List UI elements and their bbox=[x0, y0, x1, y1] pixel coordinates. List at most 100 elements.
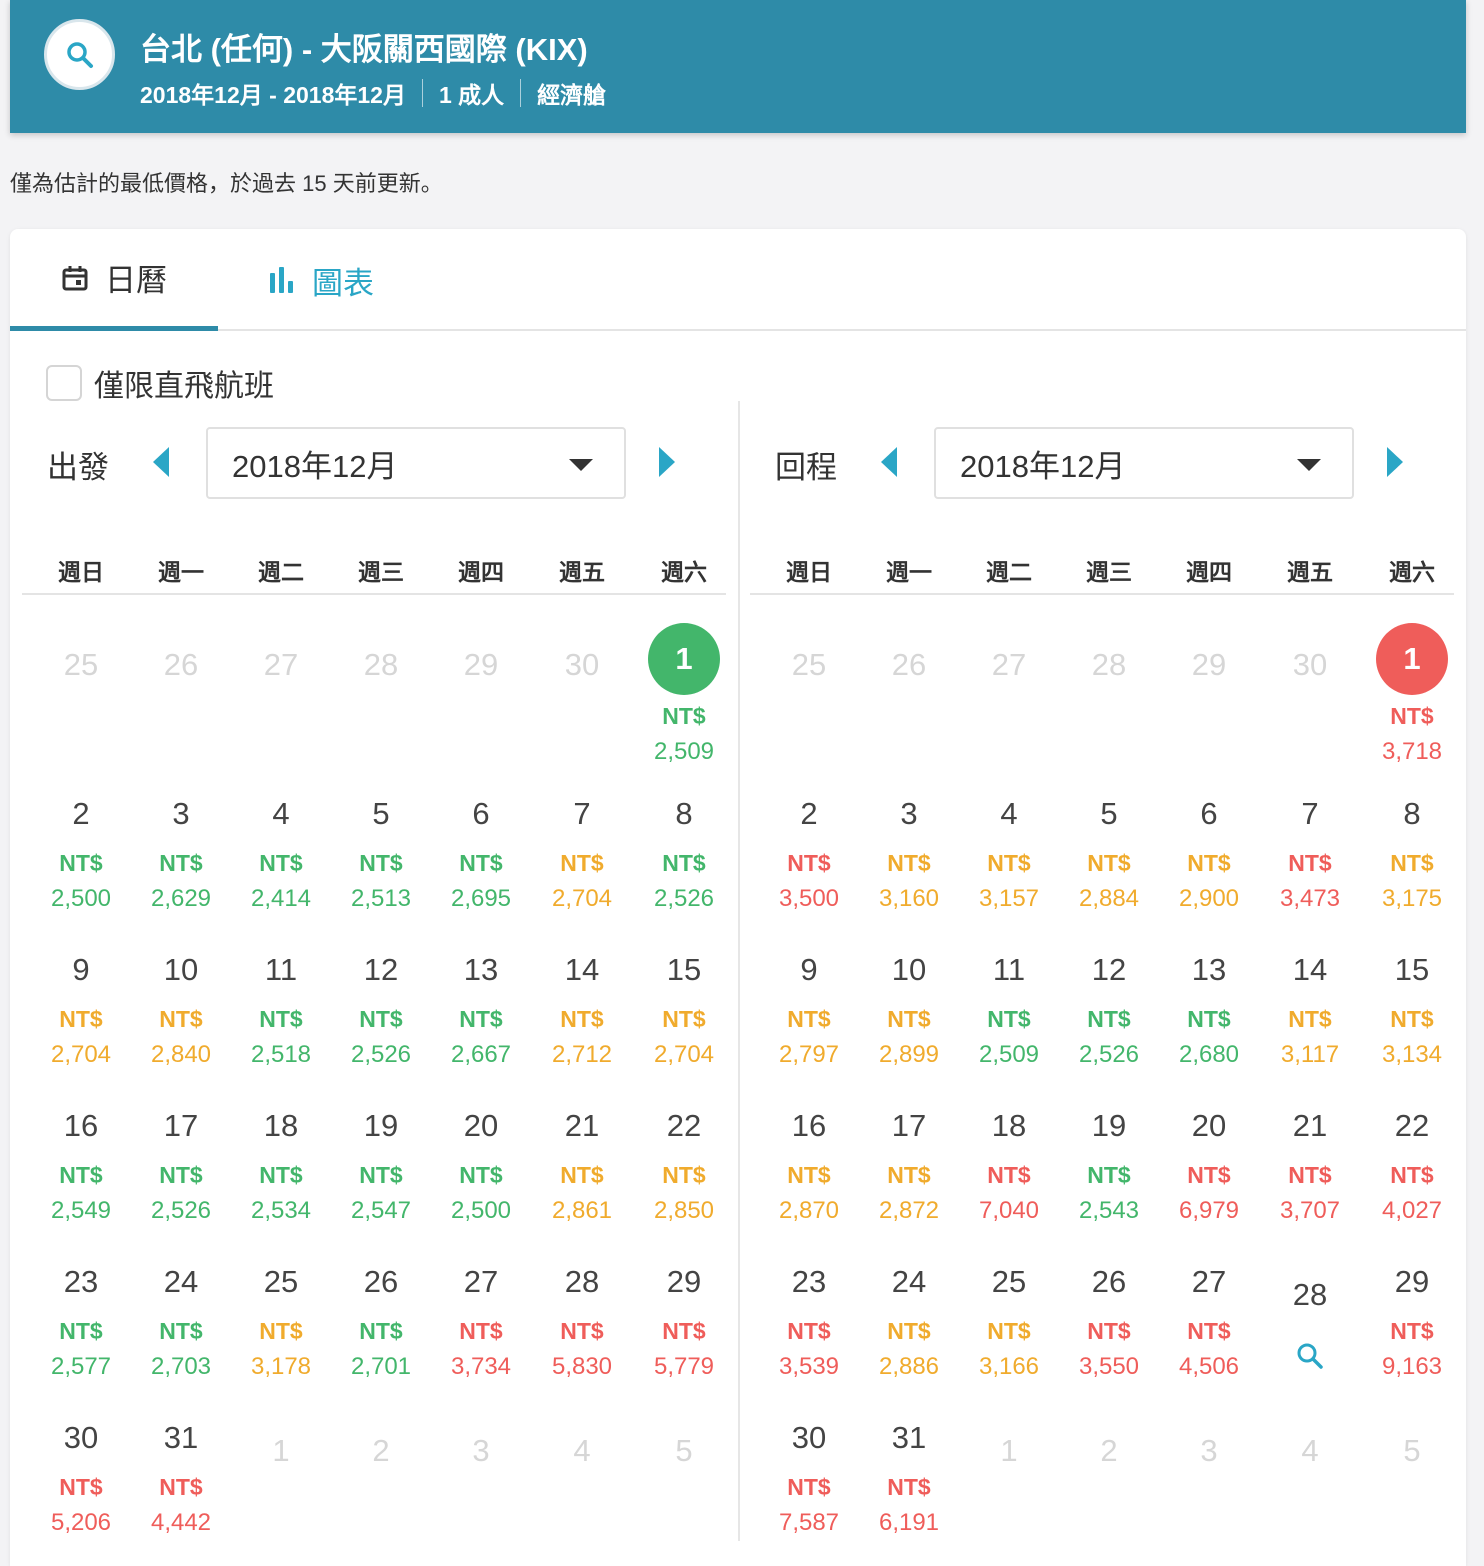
return-next-month-icon[interactable] bbox=[1384, 445, 1406, 479]
search-button[interactable] bbox=[44, 19, 115, 90]
calendar-day[interactable]: 13 NT$ 2,667 bbox=[431, 941, 531, 1091]
tab-chart[interactable]: 圖表 bbox=[268, 229, 374, 331]
price-currency: NT$ bbox=[1390, 1162, 1434, 1188]
day-number: 3 bbox=[472, 1433, 490, 1468]
return-prev-month-icon[interactable] bbox=[878, 445, 900, 479]
calendar-day[interactable]: 20 NT$ 2,500 bbox=[431, 1097, 531, 1247]
calendar-day[interactable]: 22 NT$ 2,850 bbox=[634, 1097, 734, 1247]
calendar-day[interactable]: 8 NT$ 3,175 bbox=[1362, 785, 1462, 935]
calendar-day[interactable]: 26 NT$ 2,701 bbox=[331, 1253, 431, 1403]
calendar-day[interactable]: 19 NT$ 2,543 bbox=[1059, 1097, 1159, 1247]
calendar-day[interactable]: 31 NT$ 4,442 bbox=[131, 1409, 231, 1559]
price-value: 2,577 bbox=[50, 1353, 112, 1380]
calendar-day[interactable]: 8 NT$ 2,526 bbox=[634, 785, 734, 935]
calendar-day[interactable]: 17 NT$ 2,872 bbox=[859, 1097, 959, 1247]
departure-month-select[interactable]: 2018年12月 bbox=[206, 427, 626, 499]
calendar-day[interactable]: 7 NT$ 3,473 bbox=[1260, 785, 1360, 935]
calendar-day[interactable]: 14 NT$ 2,712 bbox=[532, 941, 632, 1091]
calendar-day[interactable]: 4 NT$ 3,157 bbox=[959, 785, 1059, 935]
calendar-day[interactable]: 23 NT$ 2,577 bbox=[31, 1253, 131, 1403]
calendar-day[interactable]: 3 NT$ 3,160 bbox=[859, 785, 959, 935]
calendar-day[interactable]: 18 NT$ 7,040 bbox=[959, 1097, 1059, 1247]
direct-flights-filter[interactable]: 僅限直飛航班 bbox=[46, 361, 274, 405]
price-currency: NT$ bbox=[59, 1474, 103, 1500]
calendar-day[interactable]: 30 NT$ 7,587 bbox=[759, 1409, 859, 1559]
calendar-day[interactable]: 26 NT$ 3,550 bbox=[1059, 1253, 1159, 1403]
price-currency: NT$ bbox=[1390, 1006, 1434, 1032]
calendar-day[interactable]: 16 NT$ 2,549 bbox=[31, 1097, 131, 1247]
calendar-day[interactable]: 24 NT$ 2,886 bbox=[859, 1253, 959, 1403]
calendar-day[interactable]: 3 NT$ 2,629 bbox=[131, 785, 231, 935]
calendar-day[interactable]: 24 NT$ 2,703 bbox=[131, 1253, 231, 1403]
calendar-day[interactable]: 6 NT$ 2,900 bbox=[1159, 785, 1259, 935]
calendar-day[interactable]: 23 NT$ 3,539 bbox=[759, 1253, 859, 1403]
departure-next-month-icon[interactable] bbox=[656, 445, 678, 479]
day-number: 10 bbox=[163, 952, 199, 987]
calendar-day[interactable]: 25 NT$ 3,178 bbox=[231, 1253, 331, 1403]
day-number: 26 bbox=[163, 647, 199, 682]
calendar-day[interactable]: 12 NT$ 2,526 bbox=[331, 941, 431, 1091]
calendar-day[interactable]: 27 NT$ 3,734 bbox=[431, 1253, 531, 1403]
day-number: 27 bbox=[991, 647, 1027, 682]
day-number: 5 bbox=[675, 1433, 693, 1468]
day-number: 27 bbox=[463, 1264, 499, 1299]
calendar-day[interactable]: 10 NT$ 2,899 bbox=[859, 941, 959, 1091]
calendar-day[interactable]: 30 NT$ 5,206 bbox=[31, 1409, 131, 1559]
calendar-day[interactable]: 31 NT$ 6,191 bbox=[859, 1409, 959, 1559]
calendar-day[interactable]: 13 NT$ 2,680 bbox=[1159, 941, 1259, 1091]
price-value: 3,166 bbox=[978, 1353, 1040, 1380]
calendar-day[interactable]: 6 NT$ 2,695 bbox=[431, 785, 531, 935]
day-number: 4 bbox=[1301, 1433, 1319, 1468]
calendar-day[interactable]: 29 NT$ 9,163 bbox=[1362, 1253, 1462, 1403]
calendar-day[interactable]: 11 NT$ 2,509 bbox=[959, 941, 1059, 1091]
calendar-day[interactable]: 19 NT$ 2,547 bbox=[331, 1097, 431, 1247]
calendar-day[interactable]: 27 NT$ 4,506 bbox=[1159, 1253, 1259, 1403]
calendar-day[interactable]: 14 NT$ 3,117 bbox=[1260, 941, 1360, 1091]
return-month-select[interactable]: 2018年12月 bbox=[934, 427, 1354, 499]
day-number: 24 bbox=[163, 1264, 199, 1299]
price-value: 2,886 bbox=[878, 1353, 940, 1380]
calendar-day[interactable]: 2 NT$ 3,500 bbox=[759, 785, 859, 935]
calendar-day[interactable]: 29 NT$ 5,779 bbox=[634, 1253, 734, 1403]
price-value: 3,718 bbox=[1381, 738, 1443, 765]
day-number: 7 bbox=[1301, 796, 1319, 831]
calendar-day[interactable]: 11 NT$ 2,518 bbox=[231, 941, 331, 1091]
calendar-day[interactable]: 9 NT$ 2,704 bbox=[31, 941, 131, 1091]
calendar-day[interactable]: 1 NT$ 2,509 bbox=[634, 623, 734, 773]
day-number: 17 bbox=[163, 1108, 199, 1143]
price-value: 2,695 bbox=[450, 885, 512, 912]
price-value: 2,703 bbox=[150, 1353, 212, 1380]
calendar-day[interactable]: 22 NT$ 4,027 bbox=[1362, 1097, 1462, 1247]
calendar-day[interactable]: 5 NT$ 2,884 bbox=[1059, 785, 1159, 935]
calendar-day[interactable]: 7 NT$ 2,704 bbox=[532, 785, 632, 935]
calendar-day[interactable]: 16 NT$ 2,870 bbox=[759, 1097, 859, 1247]
weekday-sun: 週日 bbox=[786, 559, 832, 585]
calendar-day[interactable]: 2 NT$ 2,500 bbox=[31, 785, 131, 935]
calendar-day[interactable]: 28 NT$ 5,830 bbox=[532, 1253, 632, 1403]
calendar-day[interactable]: 20 NT$ 6,979 bbox=[1159, 1097, 1259, 1247]
calendar-day[interactable]: 18 NT$ 2,534 bbox=[231, 1097, 331, 1247]
weekday-wed: 週三 bbox=[358, 559, 404, 585]
calendar-day[interactable]: 1 NT$ 3,718 bbox=[1362, 623, 1462, 773]
calendar-day-outside: 2 bbox=[1059, 1409, 1159, 1559]
price-value: 2,629 bbox=[150, 885, 212, 912]
tab-calendar[interactable]: 日曆 bbox=[10, 229, 218, 331]
calendar-day[interactable]: 5 NT$ 2,513 bbox=[331, 785, 431, 935]
search-icon[interactable] bbox=[1296, 1342, 1324, 1370]
calendar-day[interactable]: 15 NT$ 2,704 bbox=[634, 941, 734, 1091]
calendar-day[interactable]: 12 NT$ 2,526 bbox=[1059, 941, 1159, 1091]
day-number: 16 bbox=[63, 1108, 99, 1143]
return-weekday-header: 週日 週一 週二 週三 週四 週五 週六 bbox=[750, 539, 1454, 595]
day-number: 27 bbox=[1191, 1264, 1227, 1299]
departure-prev-month-icon[interactable] bbox=[150, 445, 172, 479]
calendar-day[interactable]: 21 NT$ 2,861 bbox=[532, 1097, 632, 1247]
calendar-day[interactable]: 25 NT$ 3,166 bbox=[959, 1253, 1059, 1403]
calendar-day[interactable]: 4 NT$ 2,414 bbox=[231, 785, 331, 935]
calendar-day[interactable]: 28 bbox=[1260, 1253, 1360, 1403]
calendar-day[interactable]: 15 NT$ 3,134 bbox=[1362, 941, 1462, 1091]
calendar-day[interactable]: 10 NT$ 2,840 bbox=[131, 941, 231, 1091]
calendar-day[interactable]: 9 NT$ 2,797 bbox=[759, 941, 859, 1091]
calendar-day[interactable]: 21 NT$ 3,707 bbox=[1260, 1097, 1360, 1247]
calendar-day[interactable]: 17 NT$ 2,526 bbox=[131, 1097, 231, 1247]
direct-flights-checkbox[interactable] bbox=[46, 365, 82, 401]
